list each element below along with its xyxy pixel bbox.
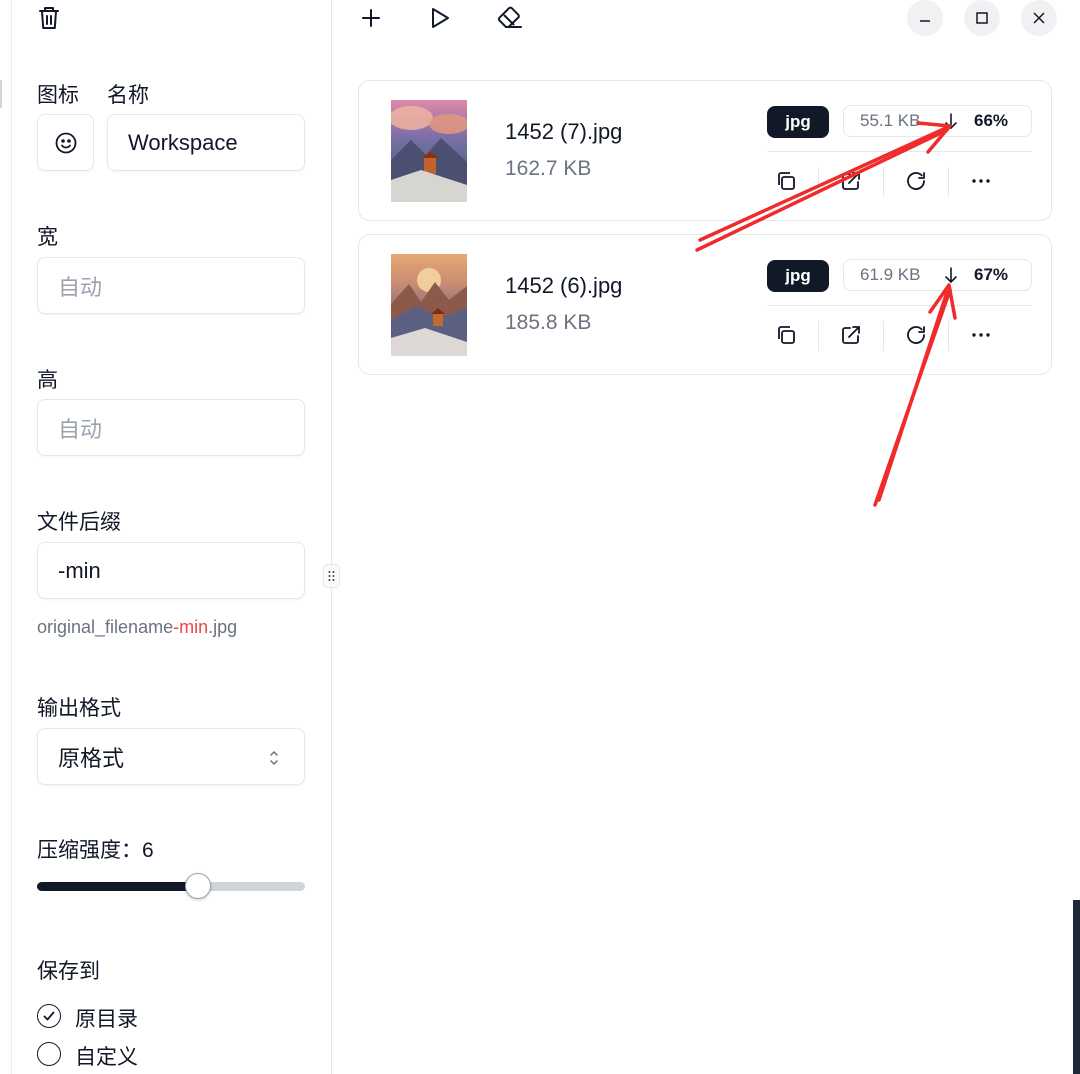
radio-original-dir[interactable] <box>37 1004 61 1028</box>
name-input-value: Workspace <box>128 129 238 155</box>
trash-icon[interactable] <box>37 5 61 31</box>
radio-custom-dir-label[interactable]: 自定义 <box>75 1041 138 1071</box>
open-external-icon[interactable] <box>837 321 865 349</box>
height-label: 高 <box>37 369 58 392</box>
smiley-icon <box>55 132 76 153</box>
width-input[interactable]: 自动 <box>37 257 305 314</box>
card-separator <box>767 305 1032 306</box>
name-label: 名称 <box>107 84 149 107</box>
format-select[interactable]: 原格式 <box>37 728 305 785</box>
width-label: 宽 <box>37 226 58 249</box>
file-thumbnail <box>391 254 467 356</box>
saved-percent: 66% <box>974 111 1009 130</box>
height-placeholder: 自动 <box>58 416 103 442</box>
action-divider <box>948 321 949 351</box>
check-icon <box>43 1011 55 1021</box>
file-card[interactable]: 1452 (6).jpg 185.8 KB jpg 61.9 KB 67% <box>358 234 1052 375</box>
preview-suffix: min <box>179 617 209 637</box>
file-name: 1452 (7).jpg <box>505 119 623 144</box>
action-divider <box>883 321 884 351</box>
saved-percent: 67% <box>974 265 1009 284</box>
radio-custom-dir[interactable] <box>37 1042 61 1066</box>
width-placeholder: 自动 <box>58 274 103 300</box>
file-name: 1452 (6).jpg <box>505 273 623 298</box>
open-external-icon[interactable] <box>837 167 865 195</box>
file-thumbnail <box>391 100 467 202</box>
compressed-size: 55.1 KB <box>860 111 921 130</box>
slider-thumb[interactable] <box>184 873 211 899</box>
format-label: 输出格式 <box>37 697 121 720</box>
compression-stat: 55.1 KB 66% <box>843 105 1032 137</box>
preview-base: original_filename <box>37 617 174 637</box>
file-card[interactable]: 1452 (7).jpg 162.7 KB jpg 55.1 KB 66% <box>358 80 1052 221</box>
more-icon[interactable] <box>967 167 995 195</box>
copy-icon[interactable] <box>772 321 800 349</box>
card-separator <box>767 151 1032 152</box>
preview-ext: .jpg <box>208 617 238 637</box>
plus-icon[interactable] <box>357 4 385 32</box>
format-badge: jpg <box>767 106 829 138</box>
compression-text: 压缩强度： <box>37 839 142 862</box>
refresh-icon[interactable] <box>902 167 930 195</box>
compression-slider[interactable] <box>37 882 305 891</box>
compression-stat: 61.9 KB 67% <box>843 259 1032 291</box>
format-value: 原格式 <box>58 745 125 771</box>
icon-label: 图标 <box>37 84 79 107</box>
close-button[interactable] <box>1021 0 1057 36</box>
more-icon[interactable] <box>967 321 995 349</box>
arrow-down-icon <box>945 113 957 130</box>
minimize-button[interactable] <box>907 0 943 36</box>
compression-label: 压缩强度：6 <box>37 834 154 864</box>
height-input[interactable]: 自动 <box>37 399 305 456</box>
name-input[interactable]: Workspace <box>107 114 305 171</box>
radio-original-dir-label[interactable]: 原目录 <box>75 1003 138 1033</box>
scrollbar[interactable] <box>1073 900 1080 1074</box>
edge-marker <box>0 80 2 108</box>
action-divider <box>948 167 949 197</box>
suffix-input[interactable]: -min <box>37 542 305 599</box>
format-badge: jpg <box>767 260 829 292</box>
file-size: 162.7 KB <box>505 157 592 180</box>
suffix-label: 文件后缀 <box>37 511 121 534</box>
grip-icon <box>328 571 335 581</box>
maximize-button[interactable] <box>964 0 1000 36</box>
slider-fill <box>37 882 198 891</box>
window-left-edge <box>0 0 12 1074</box>
eraser-icon[interactable] <box>496 4 524 32</box>
file-size: 185.8 KB <box>505 311 592 334</box>
action-divider <box>818 167 819 197</box>
chevron-up-down-icon <box>270 751 278 765</box>
maximize-icon <box>976 12 988 24</box>
save-label: 保存到 <box>37 960 100 983</box>
compression-value: 6 <box>142 839 154 862</box>
action-divider <box>818 321 819 351</box>
action-divider <box>883 167 884 197</box>
arrow-down-icon <box>945 267 957 284</box>
copy-icon[interactable] <box>772 167 800 195</box>
resize-handle[interactable] <box>323 564 340 588</box>
panel-divider <box>331 0 332 1074</box>
compressed-size: 61.9 KB <box>860 265 921 284</box>
refresh-icon[interactable] <box>902 321 930 349</box>
play-icon[interactable] <box>426 4 454 32</box>
suffix-value: -min <box>58 557 101 583</box>
close-icon <box>1033 12 1045 24</box>
minimize-icon <box>920 20 930 22</box>
emoji-picker-button[interactable] <box>37 114 94 171</box>
suffix-preview: original_filename-min.jpg <box>37 617 237 638</box>
